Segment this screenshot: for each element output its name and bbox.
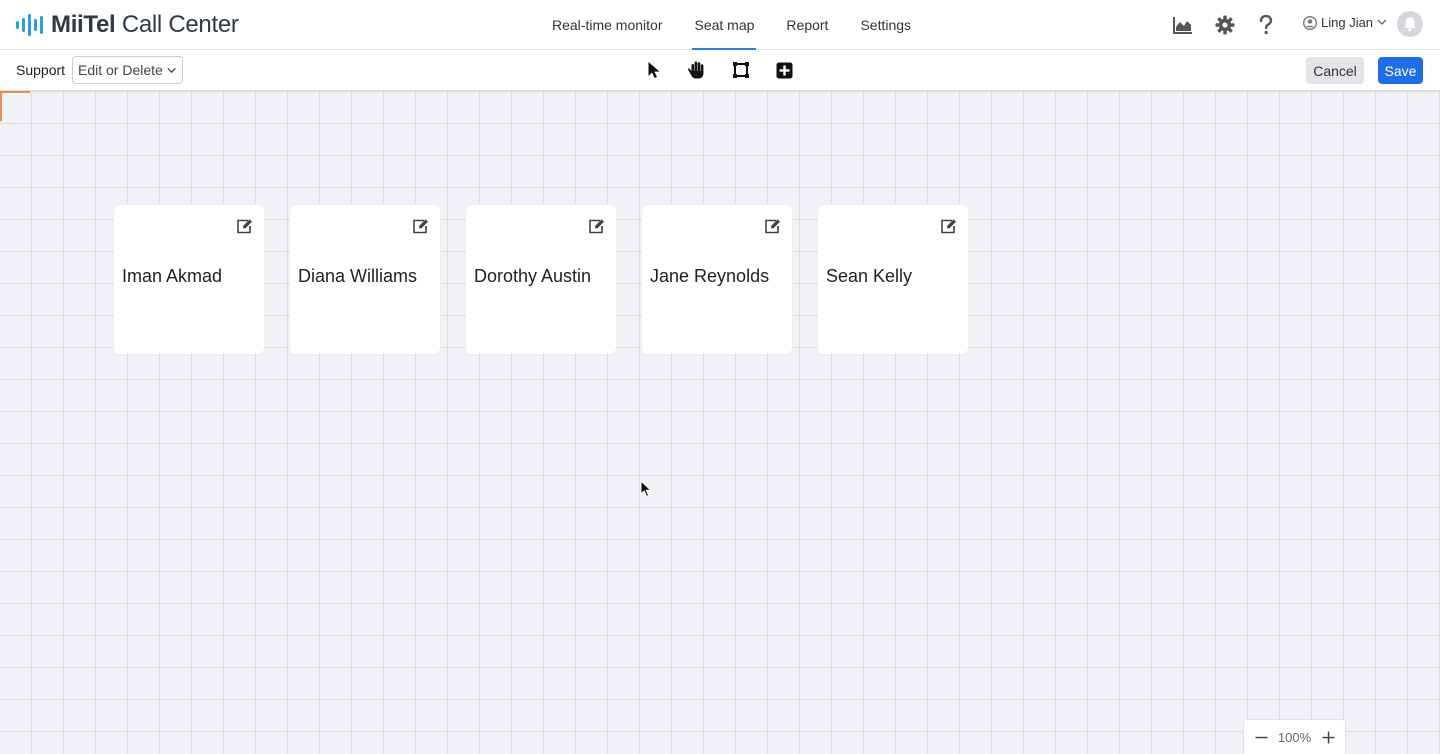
frame-tool[interactable]	[730, 59, 752, 81]
seat-map-toolbar: Support Edit or Delete Cancel Save	[0, 50, 1440, 91]
bell-icon	[1404, 17, 1416, 32]
app-header: MiiTel Call Center Real-time monitor Sea…	[0, 0, 1440, 50]
pointer-icon	[648, 62, 660, 78]
zoom-control: 100%	[1243, 719, 1346, 754]
seat-agent-name: Diana Williams	[298, 266, 418, 286]
help-icon[interactable]	[1255, 14, 1277, 36]
cancel-button[interactable]: Cancel	[1306, 57, 1364, 84]
add-seat-tool[interactable]	[773, 59, 795, 81]
seat-card[interactable]: Iman Akmad	[114, 205, 264, 354]
plus-square-icon	[776, 62, 792, 78]
mouse-cursor-icon	[640, 479, 653, 503]
seat-card[interactable]: Dorothy Austin	[466, 205, 616, 354]
zoom-level: 100%	[1277, 729, 1312, 745]
user-avatar-icon	[1303, 15, 1317, 30]
chevron-down-icon	[1377, 19, 1387, 25]
chart-icon[interactable]	[1172, 14, 1194, 36]
logo-bars-icon	[16, 12, 43, 38]
tab-seat-map[interactable]: Seat map	[678, 0, 770, 50]
seat-agent-name: Jane Reynolds	[650, 266, 770, 286]
app-logo[interactable]: MiiTel Call Center	[16, 11, 239, 39]
chevron-down-icon	[167, 67, 176, 73]
main-nav: Real-time monitor Seat map Report Settin…	[536, 0, 927, 50]
pan-hand-tool[interactable]	[686, 59, 708, 81]
edit-icon[interactable]	[587, 217, 605, 235]
frame-icon	[733, 62, 749, 78]
mode-select[interactable]: Edit or Delete	[72, 56, 183, 84]
seat-card[interactable]: Sean Kelly	[818, 205, 968, 354]
notification-bell[interactable]	[1397, 11, 1423, 37]
select-pointer-tool[interactable]	[643, 59, 665, 81]
seat-card[interactable]: Diana Williams	[290, 205, 440, 354]
zoom-in-button[interactable]	[1321, 730, 1335, 744]
mode-select-value: Edit or Delete	[78, 62, 163, 78]
edit-icon[interactable]	[763, 217, 781, 235]
seat-agent-name: Dorothy Austin	[474, 266, 592, 286]
edit-icon[interactable]	[411, 217, 429, 235]
seat-map-canvas[interactable]	[0, 91, 1440, 754]
tab-report[interactable]: Report	[770, 0, 844, 50]
hand-icon	[687, 61, 704, 79]
plus-icon	[1322, 731, 1334, 743]
zoom-out-button[interactable]	[1254, 730, 1268, 744]
tab-settings[interactable]: Settings	[844, 0, 927, 50]
group-label: Support	[16, 62, 66, 78]
app-title: MiiTel Call Center	[51, 11, 239, 38]
save-button[interactable]: Save	[1378, 57, 1423, 84]
tab-real-time-monitor[interactable]: Real-time monitor	[536, 0, 678, 50]
seat-card[interactable]: Jane Reynolds	[642, 205, 792, 354]
seat-agent-name: Iman Akmad	[122, 266, 223, 286]
edit-icon[interactable]	[235, 217, 253, 235]
seat-agent-name: Sean Kelly	[826, 266, 913, 286]
user-menu[interactable]: Ling Jian	[1303, 15, 1387, 30]
minus-icon	[1255, 736, 1267, 738]
gear-icon[interactable]	[1214, 14, 1236, 36]
user-name: Ling Jian	[1321, 15, 1374, 30]
edit-icon[interactable]	[939, 217, 957, 235]
